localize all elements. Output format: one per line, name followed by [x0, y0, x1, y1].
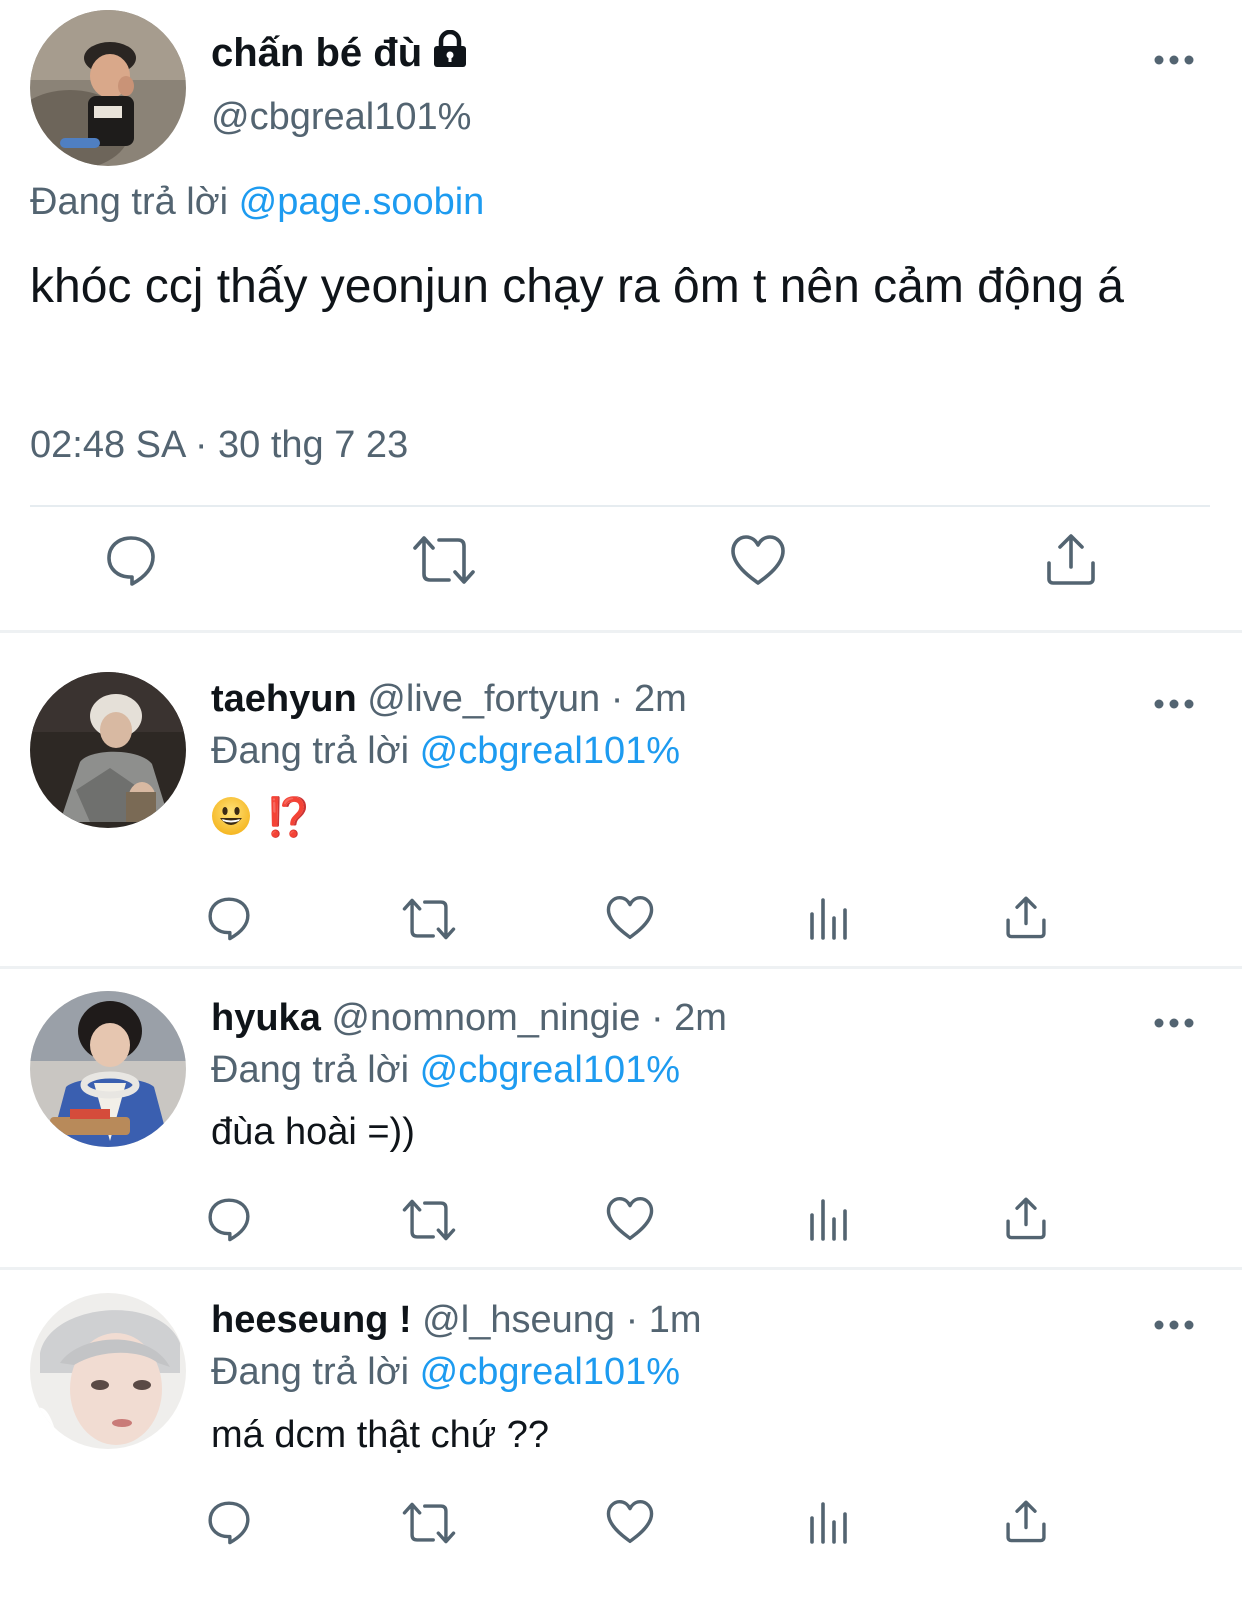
replying-to-link[interactable]: @cbgreal101%: [420, 1351, 680, 1393]
replying-to: Đang trả lời @cbgreal101%: [211, 730, 680, 773]
avatar-image: [30, 991, 186, 1147]
replying-to: Đang trả lời @cbgreal101%: [211, 1049, 680, 1092]
avatar-chan-be-du[interactable]: [30, 10, 186, 166]
handle[interactable]: @live_fortyun: [367, 678, 600, 720]
retweet-icon[interactable]: [401, 1501, 457, 1545]
replying-to-link[interactable]: @cbgreal101%: [420, 730, 680, 772]
reply-tweet[interactable]: taehyun @live_fortyun · 2m Đang trả lời …: [0, 648, 1242, 968]
main-tweet: chấn bé đù @cbgreal101% Đang trả lời @pa…: [0, 0, 1242, 652]
timestamp[interactable]: 02:48 SA · 30 thg 7 23: [30, 424, 408, 467]
avatar-image: [30, 10, 186, 166]
replying-to-link[interactable]: @cbgreal101%: [420, 1049, 680, 1091]
reply-icon[interactable]: [103, 532, 159, 588]
views-icon[interactable]: [808, 1197, 850, 1241]
reply-header: heeseung ! @l_hseung · 1m: [211, 1299, 702, 1342]
smiley-emoji-icon: [211, 796, 251, 836]
like-icon[interactable]: [605, 1195, 655, 1242]
replying-prefix: Đang trả lời: [30, 181, 229, 223]
replying-prefix: Đang trả lời: [211, 730, 410, 772]
reply-tweet[interactable]: heeseung ! @l_hseung · 1m Đang trả lời @…: [0, 1269, 1242, 1621]
replying-to: Đang trả lời @page.soobin: [30, 181, 484, 224]
share-icon[interactable]: [1004, 894, 1048, 940]
views-icon[interactable]: [808, 1500, 850, 1544]
share-icon[interactable]: [1044, 531, 1098, 587]
display-name-text: chấn bé đù: [211, 31, 423, 75]
avatar-heeseung[interactable]: [30, 1293, 186, 1449]
display-name[interactable]: taehyun: [211, 678, 357, 720]
like-icon[interactable]: [729, 533, 787, 587]
timestamp-time: 02:48 SA: [30, 424, 185, 466]
replying-prefix: Đang trả lời: [211, 1351, 410, 1393]
time[interactable]: 2m: [674, 997, 727, 1039]
time[interactable]: 2m: [634, 678, 687, 720]
reply-text: ⁉️: [211, 796, 312, 840]
reply-text: đùa hoài =)): [211, 1111, 415, 1153]
retweet-icon[interactable]: [401, 1198, 457, 1242]
replying-to: Đang trả lời @cbgreal101%: [211, 1351, 680, 1394]
display-name[interactable]: hyuka: [211, 997, 321, 1039]
interrobang-emoji: ⁉️: [265, 797, 313, 839]
avatar-hyuka[interactable]: [30, 991, 186, 1147]
handle[interactable]: @cbgreal101%: [211, 96, 471, 139]
reply-tweet[interactable]: hyuka @nomnom_ningie · 2m Đang trả lời @…: [0, 967, 1242, 1287]
handle[interactable]: @nomnom_ningie: [331, 997, 640, 1039]
reply-header: taehyun @live_fortyun · 2m: [211, 678, 687, 721]
avatar-taehyun[interactable]: [30, 672, 186, 828]
share-icon[interactable]: [1004, 1195, 1048, 1241]
reply-header: hyuka @nomnom_ningie · 2m: [211, 997, 727, 1040]
lock-icon: [432, 30, 468, 68]
header-separator: ·: [625, 1299, 639, 1341]
timestamp-separator: ·: [194, 424, 208, 466]
retweet-icon[interactable]: [401, 897, 457, 941]
divider: [30, 505, 1210, 507]
replying-prefix: Đang trả lời: [211, 1049, 410, 1091]
like-icon[interactable]: [605, 1498, 655, 1545]
more-icon[interactable]: [1152, 1013, 1196, 1033]
tweet-text: khóc ccj thấy yeonjun chạy ra ôm t nên c…: [30, 260, 1124, 313]
reply-text: má dcm thật chứ ??: [211, 1414, 550, 1456]
timestamp-date: 30 thg 7 23: [218, 424, 409, 466]
time[interactable]: 1m: [649, 1299, 702, 1341]
replying-to-link[interactable]: @page.soobin: [239, 181, 485, 223]
share-icon[interactable]: [1004, 1498, 1048, 1544]
handle[interactable]: @l_hseung: [422, 1299, 615, 1341]
views-icon[interactable]: [808, 896, 850, 940]
more-icon[interactable]: [1152, 1315, 1196, 1335]
separator: [0, 630, 1242, 633]
reply-icon[interactable]: [205, 1195, 253, 1243]
more-icon[interactable]: [1152, 694, 1196, 714]
display-name[interactable]: heeseung !: [211, 1299, 412, 1341]
retweet-icon[interactable]: [411, 534, 477, 586]
like-icon[interactable]: [605, 894, 655, 941]
reply-icon[interactable]: [205, 894, 253, 942]
more-icon[interactable]: [1152, 50, 1196, 70]
avatar-image: [30, 672, 186, 828]
avatar-image: [30, 1293, 186, 1449]
header-separator: ·: [610, 678, 624, 720]
display-name[interactable]: chấn bé đù: [211, 30, 468, 76]
header-separator: ·: [650, 997, 664, 1039]
reply-icon[interactable]: [205, 1498, 253, 1546]
